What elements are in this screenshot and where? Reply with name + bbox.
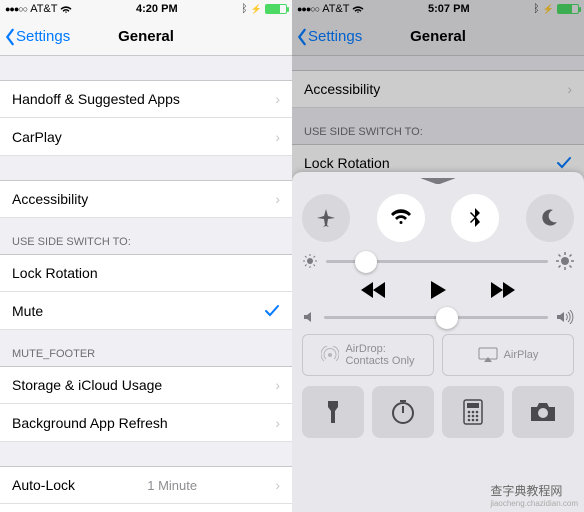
row-value: 1 Minute <box>147 478 197 493</box>
calculator-icon <box>463 399 483 425</box>
bluetooth-icon: ᛒ <box>241 3 248 15</box>
watermark-sub: jiaocheng.chazidian.com <box>490 499 578 508</box>
airplay-icon <box>478 347 498 363</box>
clock: 4:20 PM <box>136 3 178 15</box>
back-label: Settings <box>16 28 70 45</box>
volume-high-icon <box>556 310 574 324</box>
checkmark-icon <box>264 304 280 318</box>
status-bar: ●●●○○ AT&T 5:07 PM ᛒ ⚡ <box>292 0 584 18</box>
airplay-label: AirPlay <box>504 349 539 361</box>
bluetooth-icon: ᛒ <box>533 3 540 15</box>
row-lock-rotation[interactable]: Lock Rotation <box>0 254 292 292</box>
row-label: Lock Rotation <box>304 155 390 171</box>
timer-icon <box>390 399 416 425</box>
watermark: 查字典教程网 jiaocheng.chazidian.com <box>490 482 578 508</box>
watermark-text: 查字典教程网 <box>490 484 562 498</box>
airdrop-label: AirDrop: <box>345 343 414 355</box>
chevron-right-icon: › <box>275 191 280 207</box>
charging-icon: ⚡ <box>543 4 554 15</box>
row-label: Background App Refresh <box>12 415 168 431</box>
play-icon[interactable] <box>429 280 447 300</box>
row-label: Handoff & Suggested Apps <box>12 91 180 107</box>
section-header-sideswitch: USE SIDE SWITCH TO: <box>0 218 292 254</box>
section-footer-mute: MUTE_FOOTER <box>0 330 292 366</box>
row-restrictions[interactable]: RestrictionsOff› <box>0 504 292 512</box>
row-handoff[interactable]: Handoff & Suggested Apps › <box>0 80 292 118</box>
timer-button[interactable] <box>372 386 434 438</box>
back-button[interactable]: Settings <box>292 28 362 46</box>
chevron-left-icon <box>296 28 308 46</box>
row-label: Mute <box>12 303 43 319</box>
chevron-right-icon: › <box>275 377 280 393</box>
row-label: Lock Rotation <box>12 265 98 281</box>
volume-low-icon <box>302 310 316 324</box>
row-accessibility[interactable]: Accessibility › <box>292 70 584 108</box>
row-accessibility[interactable]: Accessibility › <box>0 180 292 218</box>
airdrop-button[interactable]: AirDrop: Contacts Only <box>302 334 434 376</box>
grabber-handle[interactable] <box>420 178 456 184</box>
left-phone: ●●●○○ AT&T 4:20 PM ᛒ ⚡ Settings General … <box>0 0 292 512</box>
status-bar: ●●●○○ AT&T 4:20 PM ᛒ ⚡ <box>0 0 292 18</box>
bluetooth-toggle[interactable] <box>451 194 499 242</box>
nav-bar: Settings General <box>0 18 292 56</box>
forward-icon[interactable] <box>489 281 515 299</box>
right-phone: ●●●○○ AT&T 5:07 PM ᛒ ⚡ Settings General … <box>292 0 584 512</box>
chevron-right-icon: › <box>567 81 572 97</box>
calculator-button[interactable] <box>442 386 504 438</box>
airdrop-value: Contacts Only <box>345 355 414 367</box>
airplay-button[interactable]: AirPlay <box>442 334 574 376</box>
airplane-icon <box>315 207 337 229</box>
battery-icon <box>557 4 579 14</box>
media-controls <box>302 280 574 300</box>
wifi-toggle[interactable] <box>377 194 425 242</box>
back-label: Settings <box>308 28 362 45</box>
row-label: Accessibility <box>304 81 380 97</box>
carrier: AT&T <box>322 3 349 15</box>
back-button[interactable]: Settings <box>0 28 70 46</box>
chevron-right-icon: › <box>275 415 280 431</box>
wifi-icon <box>60 5 72 14</box>
row-autolock[interactable]: Auto-Lock 1 Minute › <box>0 466 292 504</box>
airdrop-icon <box>321 346 339 364</box>
clock: 5:07 PM <box>428 3 470 15</box>
row-bg-refresh[interactable]: Background App Refresh › <box>0 404 292 442</box>
wifi-icon <box>390 209 412 227</box>
checkmark-icon <box>556 156 572 170</box>
airplane-toggle[interactable] <box>302 194 350 242</box>
carrier: AT&T <box>30 3 57 15</box>
brightness-low-icon <box>302 253 318 269</box>
row-label: CarPlay <box>12 129 62 145</box>
chevron-right-icon: › <box>275 129 280 145</box>
rewind-icon[interactable] <box>361 281 387 299</box>
row-label: Accessibility <box>12 191 88 207</box>
row-carplay[interactable]: CarPlay › <box>0 118 292 156</box>
battery-icon <box>265 4 287 14</box>
chevron-left-icon <box>4 28 16 46</box>
brightness-high-icon <box>556 252 574 270</box>
moon-icon <box>539 207 561 229</box>
row-mute[interactable]: Mute <box>0 292 292 330</box>
flashlight-button[interactable] <box>302 386 364 438</box>
camera-icon <box>529 401 557 423</box>
brightness-slider[interactable] <box>302 252 574 270</box>
camera-button[interactable] <box>512 386 574 438</box>
volume-slider[interactable] <box>302 310 574 324</box>
row-label: Auto-Lock <box>12 477 75 493</box>
wifi-icon <box>352 5 364 14</box>
control-center: AirDrop: Contacts Only AirPlay <box>292 172 584 512</box>
dnd-toggle[interactable] <box>526 194 574 242</box>
nav-bar: Settings General <box>292 18 584 56</box>
chevron-right-icon: › <box>275 477 280 493</box>
signal-dots: ●●●○○ <box>5 4 27 14</box>
row-storage[interactable]: Storage & iCloud Usage › <box>0 366 292 404</box>
bluetooth-icon <box>468 207 482 229</box>
flashlight-icon <box>324 399 342 425</box>
row-label: Storage & iCloud Usage <box>12 377 162 393</box>
section-header-sideswitch: USE SIDE SWITCH TO: <box>292 108 584 144</box>
charging-icon: ⚡ <box>251 4 262 15</box>
chevron-right-icon: › <box>275 91 280 107</box>
signal-dots: ●●●○○ <box>297 4 319 14</box>
